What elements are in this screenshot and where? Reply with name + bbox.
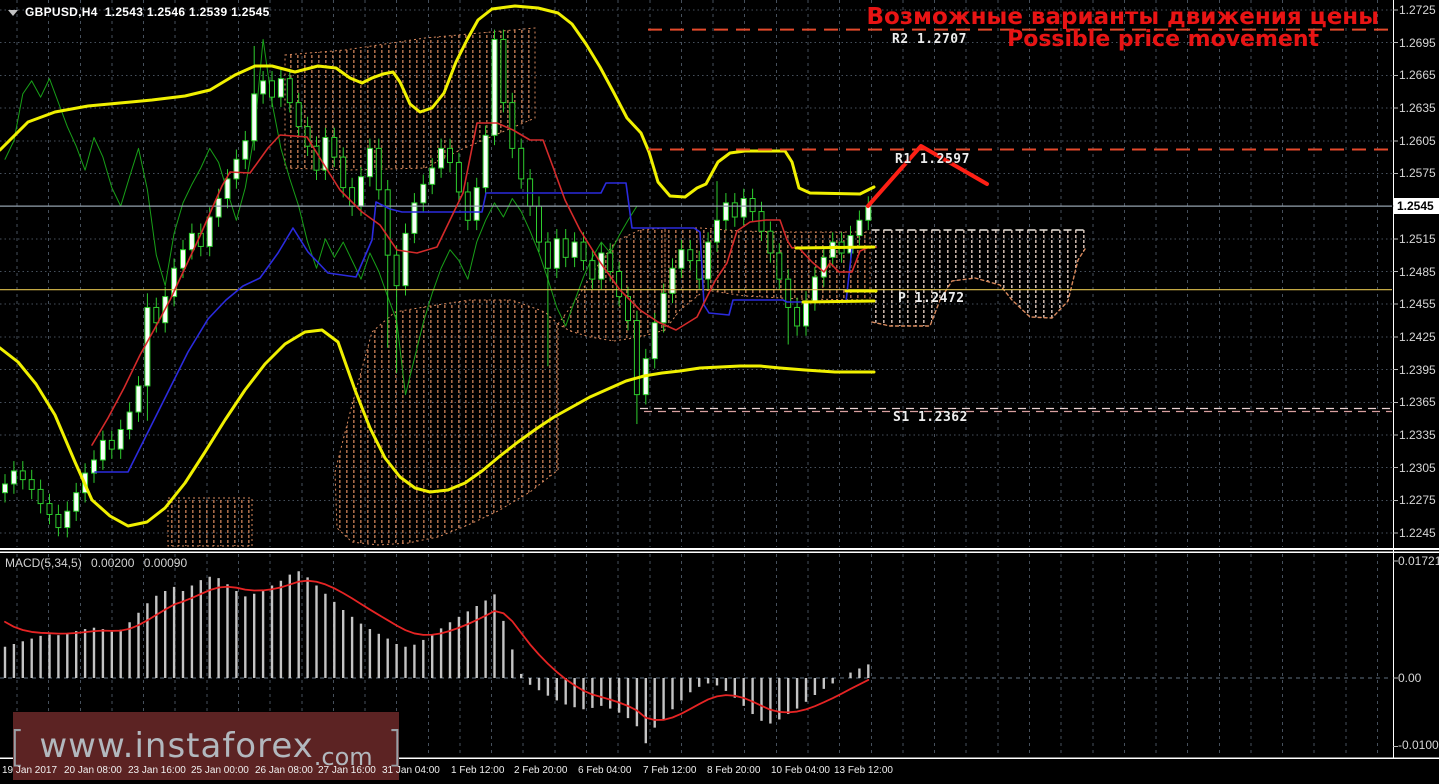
symbol-period-label: GBPUSD,H4 <box>25 5 98 19</box>
macd-value: 0.00200 <box>91 556 135 570</box>
pivot-label-p: P 1.2472 <box>898 291 965 306</box>
time-axis-label: 20 Jan 08:00 <box>64 765 122 776</box>
chart-title-bar: GBPUSD,H4 1.2543 1.2546 1.2539 1.2545 <box>4 5 270 19</box>
pivot-label-s1: S1 1.2362 <box>893 410 968 425</box>
price-axis-label: 1.2635 <box>1399 101 1436 116</box>
watermark-bracket-open: [ <box>8 721 26 771</box>
price-axis-label: 1.2575 <box>1399 166 1436 181</box>
current-price-tag: 1.2545 <box>1394 198 1439 214</box>
price-axis-label: 1.2245 <box>1399 526 1436 540</box>
macd-signal-value: 0.00090 <box>143 556 188 570</box>
pivot-label-r2: R2 1.2707 <box>892 32 967 47</box>
time-axis-label: 8 Feb 20:00 <box>707 765 761 776</box>
chart-window: GBPUSD,H4 1.2543 1.2546 1.2539 1.2545 Во… <box>0 0 1439 784</box>
time-axis-label: 7 Feb 12:00 <box>643 765 697 776</box>
price-axis-label: 1.2395 <box>1399 362 1436 377</box>
pivot-label-r1: R1 1.2597 <box>895 152 970 167</box>
time-axis-label: 31 Jan 04:00 <box>382 765 440 776</box>
time-axis-label: 19 Jan 2017 <box>2 765 58 776</box>
macd-name: MACD(5,34,5) <box>5 556 82 570</box>
price-axis-label: 1.2425 <box>1399 329 1436 344</box>
annotation-english: Possible price movement <box>1007 27 1319 52</box>
time-axis-label: 26 Jan 08:00 <box>255 765 313 776</box>
symbol-dropdown-icon[interactable] <box>8 10 18 16</box>
price-axis-label: 1.2305 <box>1399 460 1436 475</box>
macd-axis-label: 0.00 <box>1398 671 1422 685</box>
price-axis-label: 1.2275 <box>1399 493 1436 508</box>
ohlc-values: 1.2543 1.2546 1.2539 1.2545 <box>104 5 270 19</box>
time-axis-label: 2 Feb 20:00 <box>514 765 568 776</box>
chart-canvas[interactable] <box>0 0 1439 784</box>
time-axis-label: 13 Feb 12:00 <box>834 765 893 776</box>
time-axis-label: 6 Feb 04:00 <box>578 765 632 776</box>
price-axis-label: 1.2605 <box>1399 133 1436 148</box>
watermark-bracket-close: ] <box>386 721 404 771</box>
price-axis-label: 1.2665 <box>1399 68 1436 83</box>
time-axis-label: 1 Feb 12:00 <box>451 765 505 776</box>
price-axis-label: 1.2695 <box>1399 35 1436 50</box>
time-axis-label: 23 Jan 16:00 <box>128 765 186 776</box>
price-axis-label: 1.2455 <box>1399 297 1436 312</box>
time-axis-label: 10 Feb 04:00 <box>771 765 830 776</box>
price-axis-label: 1.2485 <box>1399 264 1436 279</box>
watermark-text: www.instaforex <box>39 726 314 766</box>
macd-axis-label: 0.01721 <box>1398 554 1439 568</box>
macd-axis-label: -0.01009 <box>1398 738 1439 752</box>
price-axis-label: 1.2365 <box>1399 395 1436 410</box>
time-axis-label: 25 Jan 00:00 <box>191 765 249 776</box>
time-axis-label: 27 Jan 16:00 <box>318 765 376 776</box>
price-axis-label: 1.2515 <box>1399 231 1436 246</box>
macd-indicator-label: MACD(5,34,5) 0.00200 0.00090 <box>5 556 193 570</box>
price-axis-label: 1.2725 <box>1399 3 1436 17</box>
price-axis-label: 1.2335 <box>1399 427 1436 442</box>
